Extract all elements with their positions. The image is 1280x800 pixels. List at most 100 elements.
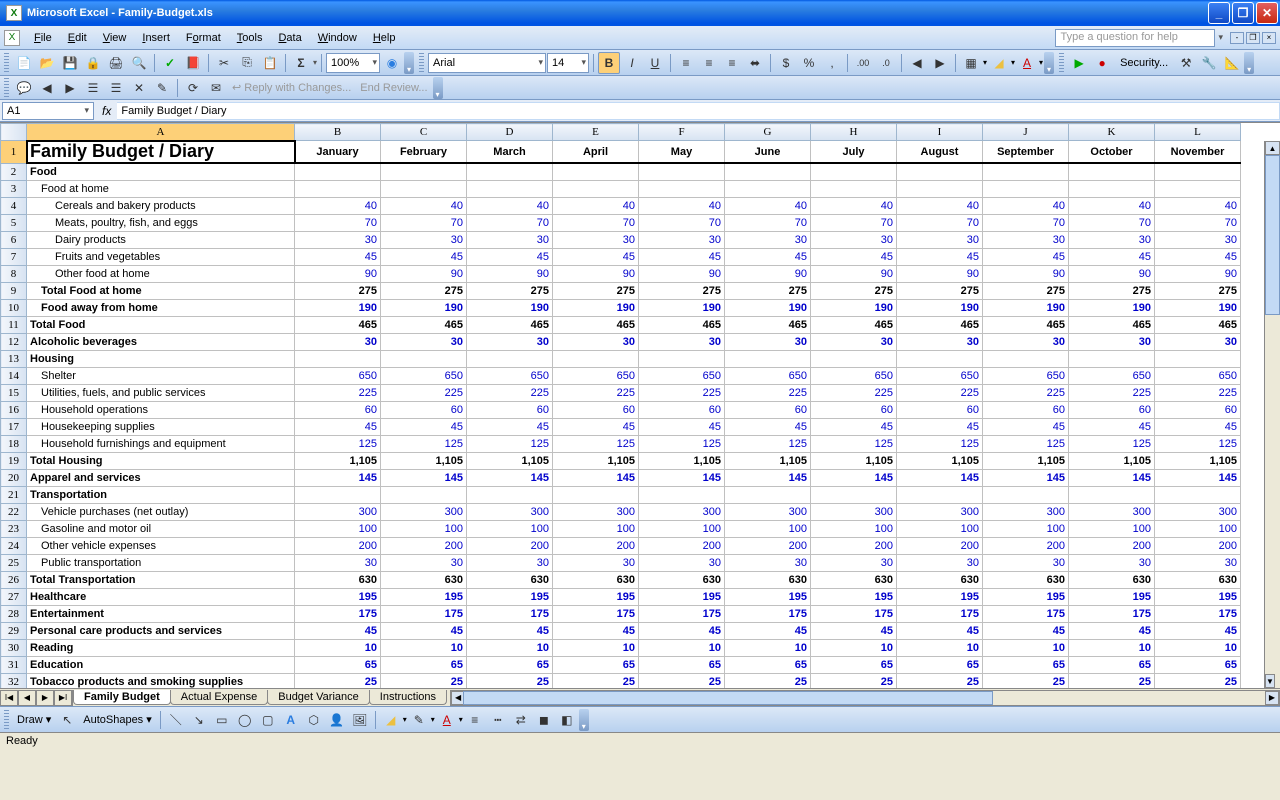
cell-data[interactable]: 30 (811, 554, 897, 571)
cell-data[interactable]: 90 (639, 265, 725, 282)
cell-data[interactable]: 225 (381, 384, 467, 401)
mdi-minimize-button[interactable]: - (1230, 32, 1244, 44)
cell-data[interactable]: 30 (467, 231, 553, 248)
paste-button[interactable]: 📋 (259, 52, 281, 74)
decrease-indent-button[interactable]: ◀ (906, 52, 928, 74)
cell-A6[interactable]: Dairy products (27, 231, 295, 248)
design-mode-button[interactable]: 📐 (1221, 52, 1243, 74)
cell-data[interactable]: 175 (1155, 605, 1241, 622)
cell-month-header[interactable]: March (467, 141, 553, 164)
print-preview-button[interactable]: 🔍 (128, 52, 150, 74)
cell-data[interactable]: 190 (811, 299, 897, 316)
cell-data[interactable]: 45 (381, 248, 467, 265)
cell-data[interactable]: 300 (983, 503, 1069, 520)
cell-data[interactable]: 650 (811, 367, 897, 384)
cell-data[interactable]: 60 (467, 401, 553, 418)
cell-A1[interactable]: Family Budget / Diary (27, 141, 295, 164)
sheet-tab-actual-expense[interactable]: Actual Expense (170, 690, 268, 705)
permission-button[interactable]: 🔒 (82, 52, 104, 74)
tab-next-button[interactable]: ▶ (36, 690, 54, 706)
reply-with-changes-button[interactable]: ↩ Reply with Changes... (228, 81, 355, 94)
cell-A10[interactable]: Food away from home (27, 299, 295, 316)
row-header-19[interactable]: 19 (1, 452, 27, 469)
cell-data[interactable]: 195 (1155, 588, 1241, 605)
cell-data[interactable]: 90 (553, 265, 639, 282)
cell-A9[interactable]: Total Food at home (27, 282, 295, 299)
cell-data[interactable]: 30 (1155, 554, 1241, 571)
menu-window[interactable]: Window (310, 29, 365, 47)
cell-data[interactable]: 225 (467, 384, 553, 401)
cut-button[interactable]: ✂ (213, 52, 235, 74)
cell-data[interactable]: 60 (811, 401, 897, 418)
cell-data[interactable]: 40 (983, 197, 1069, 214)
draw-menu[interactable]: Draw ▾ (13, 713, 55, 726)
cell-data[interactable]: 300 (897, 503, 983, 520)
cell-data[interactable]: 30 (897, 231, 983, 248)
cell-data[interactable]: 300 (553, 503, 639, 520)
vba-button[interactable]: ⚒ (1175, 52, 1197, 74)
cell-data[interactable]: 30 (295, 554, 381, 571)
cell-data[interactable]: 90 (811, 265, 897, 282)
cell-data[interactable]: 45 (983, 622, 1069, 639)
name-box[interactable]: A1 (2, 102, 94, 120)
print-button[interactable]: 🖨 (105, 52, 127, 74)
cell-data[interactable]: 70 (725, 214, 811, 231)
cell-data[interactable]: 30 (381, 333, 467, 350)
cell-data[interactable]: 175 (381, 605, 467, 622)
cell-data[interactable]: 40 (1155, 197, 1241, 214)
cell-data[interactable]: 10 (725, 639, 811, 656)
cell-data[interactable]: 195 (725, 588, 811, 605)
cell-data[interactable]: 100 (467, 520, 553, 537)
cell-data[interactable]: 125 (897, 435, 983, 452)
cell-data[interactable]: 200 (897, 537, 983, 554)
cell-data[interactable]: 650 (553, 367, 639, 384)
cell-data[interactable]: 65 (983, 656, 1069, 673)
cell-data[interactable]: 275 (553, 282, 639, 299)
shadow-button[interactable]: ◼ (533, 709, 555, 731)
cell-data[interactable]: 100 (725, 520, 811, 537)
new-button[interactable]: 📄 (13, 52, 35, 74)
cell-empty[interactable] (381, 350, 467, 367)
cell-data[interactable]: 30 (381, 554, 467, 571)
cell-data[interactable]: 275 (1069, 282, 1155, 299)
cell-A12[interactable]: Alcoholic beverages (27, 333, 295, 350)
cell-data[interactable]: 30 (811, 333, 897, 350)
tab-prev-button[interactable]: ◀ (18, 690, 36, 706)
cell-data[interactable]: 30 (1155, 231, 1241, 248)
toolbar-grip-3[interactable] (1059, 53, 1064, 73)
cell-A3[interactable]: Food at home (27, 180, 295, 197)
cell-data[interactable]: 190 (553, 299, 639, 316)
copy-button[interactable]: ⎘ (236, 52, 258, 74)
row-header-31[interactable]: 31 (1, 656, 27, 673)
row-header-29[interactable]: 29 (1, 622, 27, 639)
cell-empty[interactable] (1155, 163, 1241, 180)
row-header-15[interactable]: 15 (1, 384, 27, 401)
currency-button[interactable]: $ (775, 52, 797, 74)
cell-data[interactable]: 465 (811, 316, 897, 333)
cell-empty[interactable] (897, 163, 983, 180)
cell-data[interactable]: 650 (1069, 367, 1155, 384)
percent-button[interactable]: % (798, 52, 820, 74)
cell-empty[interactable] (983, 350, 1069, 367)
cell-data[interactable]: 1,105 (811, 452, 897, 469)
cell-data[interactable]: 65 (897, 656, 983, 673)
cell-data[interactable]: 70 (639, 214, 725, 231)
bold-button[interactable]: B (598, 52, 620, 74)
cell-month-header[interactable]: July (811, 141, 897, 164)
cell-data[interactable]: 125 (467, 435, 553, 452)
borders-button[interactable]: ▦ (960, 52, 982, 74)
cell-data[interactable]: 200 (725, 537, 811, 554)
cell-data[interactable]: 45 (639, 248, 725, 265)
cell-data[interactable]: 1,105 (381, 452, 467, 469)
cell-data[interactable]: 175 (811, 605, 897, 622)
font-size-combo[interactable]: 14 (547, 53, 589, 73)
line-color-button[interactable]: ✎ (408, 709, 430, 731)
col-header-J[interactable]: J (983, 124, 1069, 141)
comma-button[interactable]: , (821, 52, 843, 74)
cell-data[interactable]: 45 (553, 248, 639, 265)
cell-data[interactable]: 145 (1155, 469, 1241, 486)
cell-empty[interactable] (295, 180, 381, 197)
cell-data[interactable]: 30 (553, 554, 639, 571)
oval-button[interactable]: ◯ (234, 709, 256, 731)
menu-insert[interactable]: Insert (134, 29, 178, 47)
